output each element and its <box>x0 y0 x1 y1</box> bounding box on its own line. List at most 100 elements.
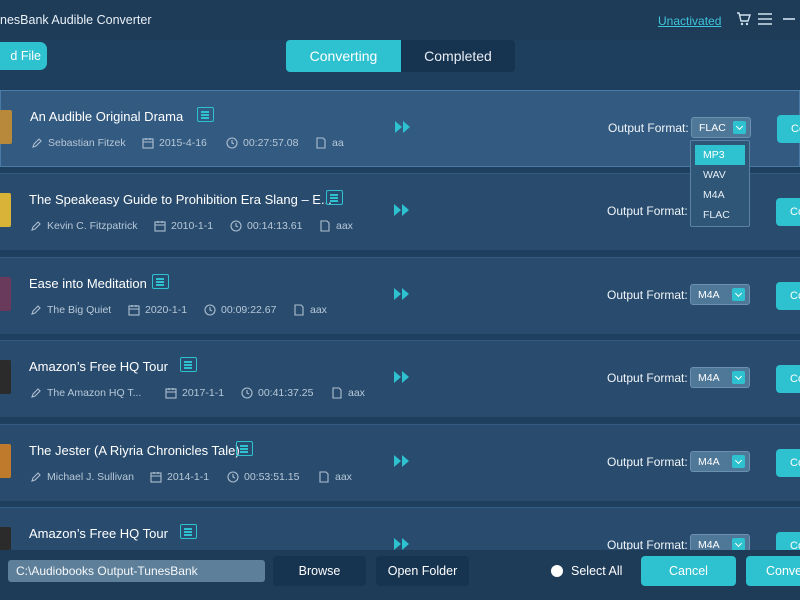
audiobook-row[interactable]: An Audible Original Drama Sebastian Fitze… <box>0 90 800 167</box>
play-icon[interactable] <box>393 370 411 384</box>
book-cover <box>0 444 11 478</box>
file-icon <box>314 136 327 149</box>
convert-button[interactable]: Co <box>776 449 800 477</box>
format-meta: aa <box>314 136 344 149</box>
duration-meta-text: 00:41:37.25 <box>258 386 314 399</box>
browse-button[interactable]: Browse <box>273 556 366 586</box>
add-file-button[interactable]: d File <box>0 42 47 70</box>
audiobook-row[interactable]: Amazon’s Free HQ Tour The Amazon HQ T... 2… <box>0 340 800 417</box>
details-icon[interactable] <box>152 274 169 289</box>
chevron-down-icon[interactable] <box>732 371 745 384</box>
title-bar: nesBank Audible Converter Unactivated <box>0 0 800 40</box>
chevron-down-icon[interactable] <box>733 121 746 134</box>
author-icon <box>29 219 42 232</box>
menu-icon[interactable] <box>756 10 774 28</box>
convert-button[interactable]: Co <box>777 115 800 143</box>
convert-button[interactable]: Co <box>776 282 800 310</box>
convert-all-button[interactable]: Conve <box>746 556 800 586</box>
chevron-down-icon[interactable] <box>732 538 745 550</box>
cart-icon[interactable] <box>734 10 752 28</box>
author-meta-text: The Big Quiet <box>47 303 112 316</box>
format-option-m4a[interactable]: M4A <box>691 185 749 205</box>
open-folder-button[interactable]: Open Folder <box>376 556 469 586</box>
date-meta: 2015-4-16 <box>141 136 207 149</box>
footer-bar: Browse Open Folder Select All Cancel Con… <box>0 550 800 600</box>
author-icon <box>29 470 42 483</box>
tab-bar: Converting Completed <box>286 40 515 72</box>
output-path-input[interactable] <box>8 560 265 582</box>
author-meta-text: Sebastian Fitzek <box>48 136 126 149</box>
date-meta: 2020-1-1 <box>127 303 187 316</box>
chevron-down-icon[interactable] <box>732 288 745 301</box>
date-icon <box>149 470 162 483</box>
date-meta: 2010-1-1 <box>153 219 213 232</box>
file-icon <box>330 386 343 399</box>
output-format-label: Output Format: <box>608 121 689 135</box>
convert-button[interactable]: Co <box>776 365 800 393</box>
time-icon <box>225 136 238 149</box>
format-option-mp3[interactable]: MP3 <box>695 145 745 165</box>
date-meta-text: 2014-1-1 <box>167 470 210 483</box>
book-title: Ease into Meditation <box>29 276 147 291</box>
format-meta-text: aax <box>310 303 327 316</box>
details-icon[interactable] <box>180 357 197 372</box>
audiobook-row[interactable]: Ease into Meditation The Big Quiet 2020-1-… <box>0 257 800 334</box>
details-icon[interactable] <box>197 107 214 122</box>
cancel-button[interactable]: Cancel <box>641 556 736 586</box>
convert-button[interactable]: Co <box>776 198 800 226</box>
date-icon <box>127 303 140 316</box>
details-icon[interactable] <box>180 524 197 539</box>
format-meta: aax <box>330 386 365 399</box>
play-icon[interactable] <box>394 120 412 134</box>
date-meta: 2014-1-1 <box>149 470 209 483</box>
file-icon <box>292 303 305 316</box>
format-option-wav[interactable]: WAV <box>691 165 749 185</box>
duration-meta-text: 00:53:51.15 <box>244 470 300 483</box>
tab-converting[interactable]: Converting <box>286 40 401 72</box>
select-all-radio[interactable] <box>551 565 563 577</box>
output-format-select[interactable]: FLAC <box>691 117 751 138</box>
output-format-label: Output Format: <box>607 371 688 385</box>
output-format-value: FLAC <box>699 121 726 134</box>
time-icon <box>229 219 242 232</box>
tab-completed[interactable]: Completed <box>401 40 515 72</box>
format-dropdown-menu: MP3 WAV M4A FLAC <box>690 140 750 227</box>
author-meta: Kevin C. Fitzpatrick <box>29 219 137 232</box>
duration-meta: 00:41:37.25 <box>240 386 313 399</box>
book-cover <box>0 193 11 227</box>
chevron-down-icon[interactable] <box>732 455 745 468</box>
play-icon[interactable] <box>393 203 411 217</box>
date-meta-text: 2020-1-1 <box>145 303 188 316</box>
output-format-value: M4A <box>698 455 720 468</box>
convert-button[interactable]: Co <box>776 532 800 550</box>
details-icon[interactable] <box>326 190 343 205</box>
audiobook-row[interactable]: The Jester (A Riyria Chronicles Tale) Mic… <box>0 424 800 501</box>
book-cover <box>0 360 11 394</box>
format-option-flac[interactable]: FLAC <box>691 205 749 225</box>
output-format-select[interactable]: M4A <box>690 284 750 305</box>
format-meta-text: aa <box>332 136 344 149</box>
details-icon[interactable] <box>236 441 253 456</box>
play-icon[interactable] <box>393 454 411 468</box>
play-icon[interactable] <box>393 287 411 301</box>
play-icon[interactable] <box>393 537 411 550</box>
format-meta-text: aax <box>336 219 353 232</box>
output-format-select[interactable]: M4A <box>690 451 750 472</box>
time-icon <box>203 303 216 316</box>
book-title: The Jester (A Riyria Chronicles Tale) <box>29 443 240 458</box>
format-meta: aax <box>317 470 352 483</box>
output-format-select[interactable]: M4A <box>690 367 750 388</box>
unactivated-link[interactable]: Unactivated <box>658 14 721 28</box>
audiobook-list: An Audible Original Drama Sebastian Fitze… <box>0 82 800 550</box>
select-all-label[interactable]: Select All <box>571 564 622 578</box>
duration-meta: 00:27:57.08 <box>225 136 298 149</box>
book-title: An Audible Original Drama <box>30 109 184 124</box>
author-icon <box>29 303 42 316</box>
output-format-select[interactable]: M4A <box>690 534 750 550</box>
audiobook-row[interactable]: Amazon’s Free HQ Tour Output Format: M4A Co <box>0 507 800 550</box>
author-meta-text: Michael J. Sullivan <box>47 470 134 483</box>
audiobook-row[interactable]: The Speakeasy Guide to Prohibition Era S… <box>0 173 800 250</box>
author-meta-text: The Amazon HQ T... <box>47 386 142 399</box>
book-cover <box>0 110 12 144</box>
minimize-icon[interactable] <box>780 10 798 28</box>
